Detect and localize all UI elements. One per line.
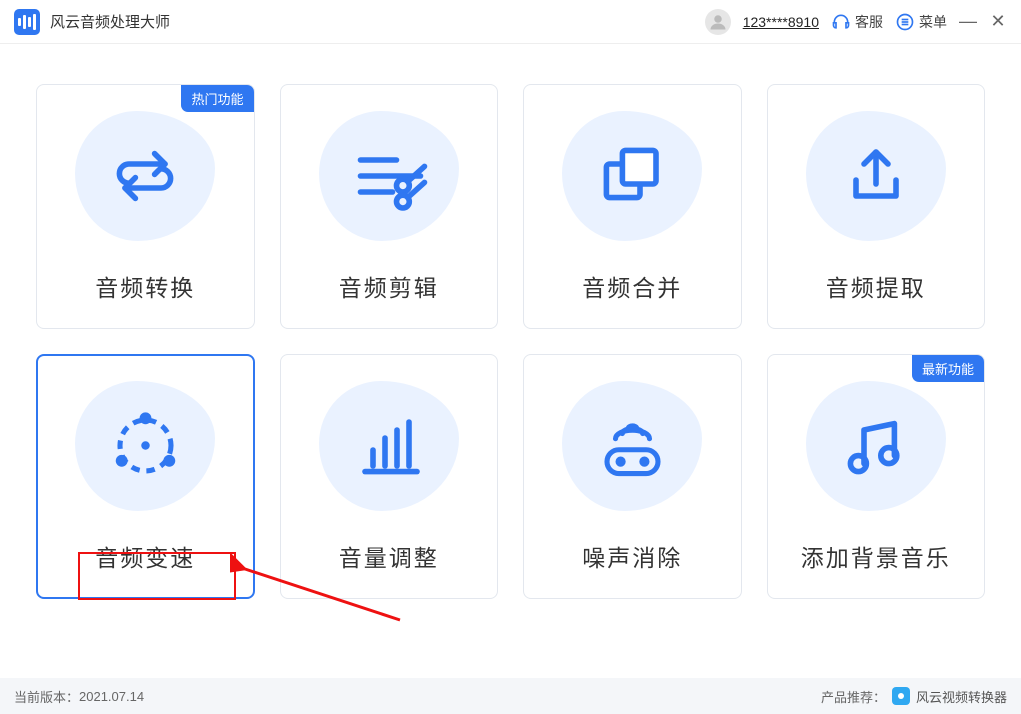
version-prefix: 当前版本： [14, 687, 79, 706]
version-value: 2021.07.14 [79, 689, 144, 704]
card-audio-cut[interactable]: 音频剪辑 [280, 84, 499, 329]
convert-icon [105, 136, 185, 216]
card-audio-extract[interactable]: 音频提取 [767, 84, 986, 329]
card-noise-remove[interactable]: 噪声消除 [523, 354, 742, 599]
badge-hot: 热门功能 [181, 85, 253, 112]
merge-icon [592, 136, 672, 216]
card-volume-adjust[interactable]: 音量调整 [280, 354, 499, 599]
card-label: 音频转换 [95, 269, 195, 303]
headset-icon [831, 12, 851, 32]
recommend-prefix: 产品推荐： [821, 687, 886, 706]
card-label: 音频合并 [582, 269, 682, 303]
user-phone[interactable]: 123****8910 [743, 14, 819, 30]
cut-icon [346, 136, 431, 216]
speed-icon [103, 403, 188, 488]
titlebar: 风云音频处理大师 123****8910 客服 菜单 — ✕ [0, 0, 1021, 44]
close-button[interactable]: ✕ [989, 11, 1007, 32]
support-label: 客服 [855, 12, 883, 32]
card-audio-speed[interactable]: 音频变速 [36, 354, 255, 599]
card-label: 音频提取 [826, 269, 926, 303]
extract-icon [836, 136, 916, 216]
menu-icon [895, 12, 915, 32]
app-logo [14, 9, 40, 35]
recommend-icon [892, 687, 910, 705]
support-button[interactable]: 客服 [831, 12, 883, 32]
card-label: 添加背景音乐 [801, 539, 951, 573]
menu-button[interactable]: 菜单 [895, 12, 947, 32]
card-audio-convert[interactable]: 热门功能 音频转换 [36, 84, 255, 329]
card-label: 噪声消除 [582, 539, 682, 573]
menu-label: 菜单 [919, 12, 947, 32]
user-avatar-icon[interactable] [705, 9, 731, 35]
card-label: 音频剪辑 [339, 269, 439, 303]
recommend-name[interactable]: 风云视频转换器 [916, 687, 1007, 706]
volume-icon [349, 406, 429, 486]
minimize-button[interactable]: — [959, 11, 977, 32]
music-icon [836, 406, 916, 486]
footer: 当前版本： 2021.07.14 产品推荐： 风云视频转换器 [0, 678, 1021, 714]
badge-new: 最新功能 [912, 355, 984, 382]
card-audio-merge[interactable]: 音频合并 [523, 84, 742, 329]
main-area: 热门功能 音频转换 音频剪辑 [0, 44, 1021, 599]
card-label: 音频变速 [95, 539, 195, 573]
app-title: 风云音频处理大师 [50, 11, 170, 32]
card-add-bgm[interactable]: 最新功能 添加背景音乐 [767, 354, 986, 599]
noise-icon [590, 403, 675, 488]
card-label: 音量调整 [339, 539, 439, 573]
